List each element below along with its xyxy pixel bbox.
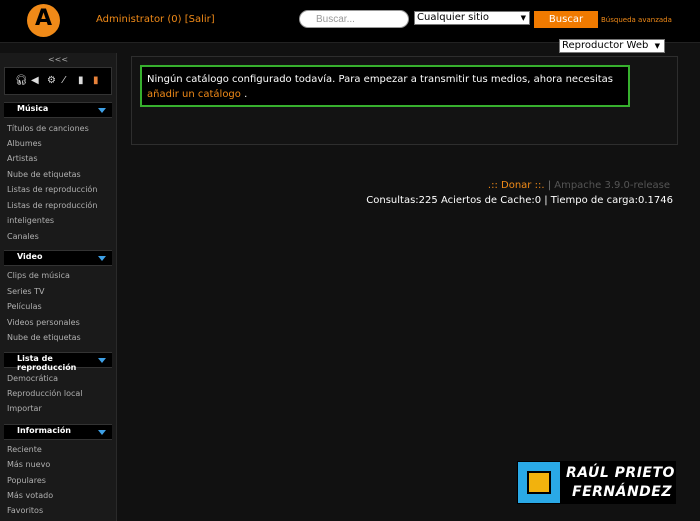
logo-letter: A [34, 6, 53, 31]
no-catalog-notice: Ningún catálogo configurado todavía. Par… [140, 65, 630, 107]
chevron-down-icon[interactable] [98, 108, 106, 113]
notice-text: Ningún catálogo configurado todavía. Par… [147, 74, 613, 85]
sidebar-item-popular[interactable]: Populares [7, 476, 46, 485]
section-information-title: Información [17, 426, 72, 435]
chevron-down-icon: ▼ [654, 42, 660, 50]
top-header: A Administrator (0) [Salir] Cualquier si… [0, 0, 700, 43]
version-link[interactable]: Ampache 3.9.0-release [554, 180, 670, 191]
sidebar-item-song-titles[interactable]: Títulos de canciones [7, 124, 89, 133]
chevron-down-icon[interactable] [98, 358, 106, 363]
chevron-down-icon[interactable] [98, 256, 106, 261]
trash-icon[interactable]: ▮ [78, 75, 84, 86]
player-mode-value: Reproductor Web [562, 40, 649, 51]
sidebar-item-democratic[interactable]: Democrática [7, 374, 58, 383]
gear-icon[interactable]: ⚙ [47, 75, 56, 86]
brain-logo-icon [518, 462, 560, 503]
speaker-icon[interactable]: ◀ [31, 75, 39, 86]
sidebar-item-tag-cloud[interactable]: Nube de etiquetas [7, 170, 81, 179]
notice-suffix: . [240, 89, 248, 100]
section-music-title: Música [17, 104, 49, 113]
search-button[interactable]: Buscar [534, 11, 598, 28]
user-profile-link[interactable]: Administrator (0) [96, 14, 182, 25]
search-scope-select[interactable]: Cualquier sitio ▼ [414, 11, 530, 25]
sidebar-item-recent[interactable]: Reciente [7, 445, 42, 454]
main-content: Ningún catálogo configurado todavía. Par… [131, 56, 678, 145]
sidebar-item-favorites[interactable]: Favoritos [7, 506, 43, 515]
section-playlist-title: Lista de reproducción [17, 354, 77, 372]
book-icon[interactable]: ▮ [93, 75, 99, 86]
sidebar-item-top-rated[interactable]: Más votado [7, 491, 53, 500]
footer-separator: | [547, 180, 552, 191]
watermark-line2: FERNÁNDEZ [572, 484, 673, 500]
sidebar-item-tv-series[interactable]: Series TV [7, 287, 45, 296]
logout-link[interactable]: [Salir] [185, 14, 215, 25]
footer-stats: Consultas:225 Aciertos de Cache:0 | Tiem… [366, 195, 673, 206]
tool-icon[interactable]: ⁄ [63, 75, 65, 86]
sidebar-item-playlists[interactable]: Listas de reproducción [7, 185, 97, 194]
sidebar-item-channels[interactable]: Canales [7, 232, 39, 241]
ampache-logo[interactable]: A [27, 4, 60, 37]
sidebar-collapse-button[interactable]: <<< [0, 55, 116, 64]
donate-link[interactable]: .:: Donar ::. [488, 180, 545, 191]
headphones-icon[interactable]: 🎧︎ [15, 75, 28, 86]
sidebar-item-local-play[interactable]: Reproducción local [7, 389, 83, 398]
section-information[interactable]: Información [4, 424, 112, 440]
sidebar-toolbar: 🎧︎ ◀ ⚙ ⁄ ▮ ▮ [4, 67, 112, 95]
watermark-line1: RAÚL PRIETO [566, 465, 675, 481]
add-catalog-link[interactable]: añadir un catálogo [147, 89, 241, 100]
sidebar-item-artists[interactable]: Artistas [7, 154, 38, 163]
search-scope-value: Cualquier sitio [417, 12, 489, 23]
sidebar-item-albums[interactable]: Albumes [7, 139, 42, 148]
sidebar-item-newest[interactable]: Más nuevo [7, 460, 50, 469]
section-video-title: Video [17, 252, 43, 261]
section-playlist[interactable]: Lista de reproducción [4, 352, 112, 372]
sidebar: <<< 🎧︎ ◀ ⚙ ⁄ ▮ ▮ Música Títulos de canci… [0, 53, 117, 521]
user-links: Administrator (0) [Salir] [96, 14, 215, 25]
advanced-search-link[interactable]: Búsqueda avanzada [601, 16, 672, 24]
sidebar-item-import[interactable]: Importar [7, 404, 42, 413]
chevron-down-icon: ▼ [520, 14, 526, 22]
player-mode-select[interactable]: Reproductor Web ▼ [559, 39, 665, 53]
chevron-down-icon[interactable] [98, 430, 106, 435]
sidebar-item-smart-playlists[interactable]: Listas de reproducción [7, 201, 97, 210]
sidebar-item-video-tag-cloud[interactable]: Nube de etiquetas [7, 333, 81, 342]
section-music[interactable]: Música [4, 102, 112, 118]
sidebar-item-music-clips[interactable]: Clips de música [7, 271, 70, 280]
footer-links: .:: Donar ::. | Ampache 3.9.0-release [488, 180, 670, 191]
sidebar-item-movies[interactable]: Películas [7, 302, 42, 311]
section-video[interactable]: Video [4, 250, 112, 266]
search-input[interactable] [299, 10, 409, 28]
author-watermark: RAÚL PRIETO FERNÁNDEZ [517, 461, 676, 504]
sidebar-item-smart-playlists-cont[interactable]: inteligentes [7, 216, 54, 225]
sidebar-item-personal-videos[interactable]: Videos personales [7, 318, 80, 327]
